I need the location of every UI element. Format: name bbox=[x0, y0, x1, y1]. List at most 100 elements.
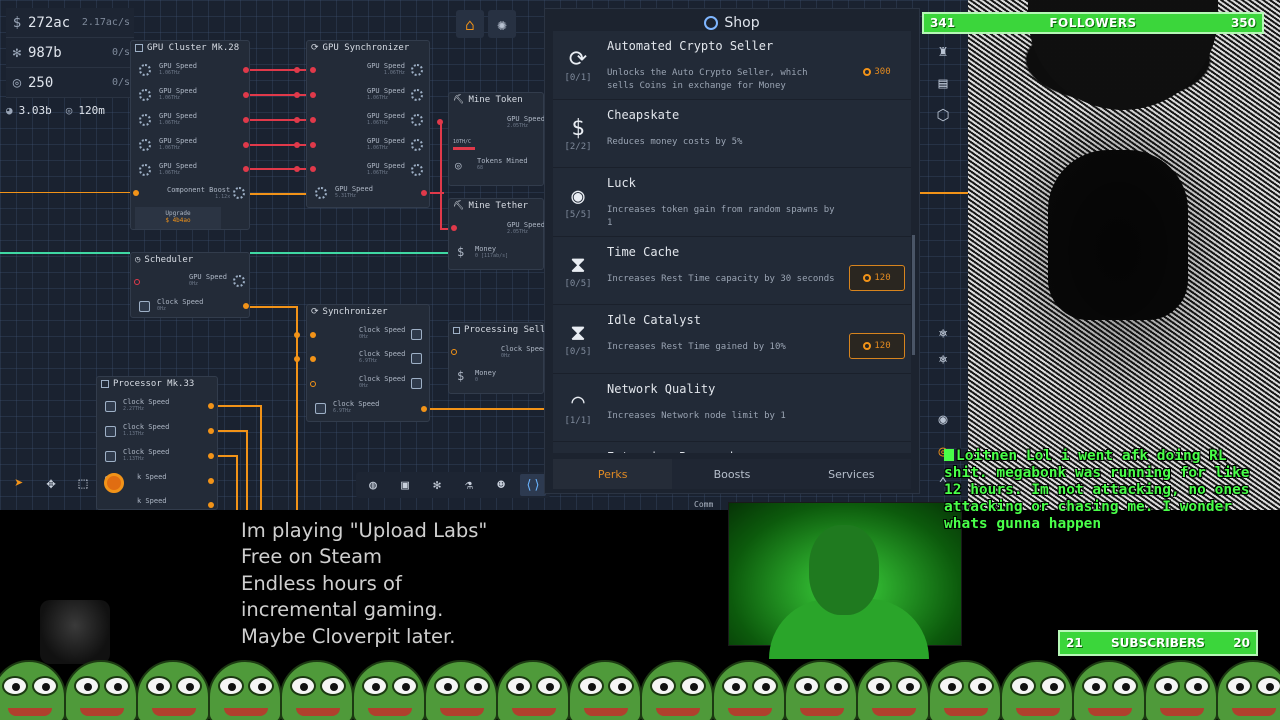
output-port[interactable] bbox=[243, 166, 249, 172]
output-port[interactable] bbox=[421, 190, 427, 196]
gamepad-icon[interactable]: ⎈ bbox=[931, 322, 955, 344]
node-row: Clock Speed 0Hz bbox=[359, 375, 405, 389]
gamepad-icon[interactable]: ⎈ bbox=[931, 348, 955, 370]
top-toolbar: ⌂ ✺ bbox=[456, 10, 516, 38]
perk-buy-button[interactable]: 300 bbox=[849, 59, 905, 85]
commit-label: Comm bbox=[694, 500, 714, 509]
output-port[interactable] bbox=[208, 502, 214, 508]
select-box-icon[interactable]: ⬚ bbox=[72, 470, 94, 496]
row-label: Clock Speed bbox=[359, 375, 406, 383]
home-icon[interactable]: ⌂ bbox=[456, 10, 484, 38]
output-port[interactable] bbox=[208, 453, 214, 459]
output-port[interactable] bbox=[243, 142, 249, 148]
input-port[interactable] bbox=[310, 332, 316, 338]
trophy-icon[interactable]: ♜ bbox=[931, 40, 955, 62]
row-label: GPU Speed bbox=[367, 112, 405, 120]
perk-item[interactable]: ⧗ [0/5] Idle Catalyst Increases Rest Time g… bbox=[553, 305, 911, 374]
perk-name: Automated Crypto Seller bbox=[607, 39, 774, 53]
book-icon[interactable]: ▤ bbox=[931, 72, 955, 94]
output-port[interactable] bbox=[208, 403, 214, 409]
output-port[interactable] bbox=[421, 406, 427, 412]
chat-username: Loitnen bbox=[956, 448, 1018, 464]
perk-buy-button[interactable]: 120 bbox=[849, 264, 905, 291]
output-port[interactable] bbox=[208, 428, 214, 434]
input-port[interactable] bbox=[451, 225, 457, 231]
input-port[interactable] bbox=[310, 92, 316, 98]
input-port[interactable] bbox=[133, 190, 139, 196]
wire bbox=[246, 306, 296, 308]
token-icon: ◉ bbox=[571, 184, 585, 209]
frog-mouth bbox=[944, 708, 988, 716]
node-mine-tether[interactable]: ⛏ Mine Tether GPU Speed 2.05THz $ Money 0 [… bbox=[448, 198, 545, 270]
perk-item[interactable]: $ [2/2] Cheapskate Reduces money costs by 5… bbox=[553, 99, 911, 168]
user-icon[interactable]: ☻ bbox=[488, 474, 514, 496]
scrollbar[interactable] bbox=[912, 235, 915, 355]
node-category-toolbar: ◍ ▣ ✻ ⚗ ☻ ⟨⟩ bbox=[356, 472, 550, 498]
input-port[interactable] bbox=[134, 279, 140, 285]
node-title: Mine Tether bbox=[468, 201, 529, 211]
tab-perks[interactable]: Perks bbox=[553, 459, 673, 489]
network-icon[interactable]: ◉ bbox=[931, 408, 955, 430]
node-title: Synchronizer bbox=[322, 307, 388, 317]
perk-description: Unlocks the Auto Crypto Seller, which se… bbox=[607, 68, 808, 91]
perk-item[interactable]: ⧗ [0/5] Time Cache Increases Rest Time capa… bbox=[553, 236, 911, 305]
frog-eye bbox=[896, 676, 922, 696]
input-port[interactable] bbox=[310, 166, 316, 172]
record-icon[interactable] bbox=[104, 473, 124, 493]
frog-emote-icon bbox=[280, 660, 354, 720]
row-value: 1.06THz bbox=[383, 70, 405, 76]
chip-icon bbox=[105, 401, 116, 412]
perk-list[interactable]: ⟳ [0/1] Automated Crypto Seller Unlocks the… bbox=[553, 31, 911, 453]
node-gpu-synchronizer[interactable]: ⟳ GPU Synchronizer GPU Speed 1.06THz GPU S… bbox=[306, 40, 430, 208]
input-port[interactable] bbox=[451, 349, 457, 355]
input-port[interactable] bbox=[310, 142, 316, 148]
tab-boosts[interactable]: Boosts bbox=[672, 459, 791, 489]
hexagon-icon[interactable]: ⬡ bbox=[931, 104, 955, 126]
perk-item[interactable]: ⟳ [0/1] Automated Crypto Seller Unlocks the… bbox=[553, 31, 911, 100]
node-mine-token[interactable]: ⛏ Mine Token GPU Speed 2.05THz 10TH/C ◎ To… bbox=[448, 92, 545, 186]
input-port[interactable] bbox=[310, 67, 316, 73]
upgrade-button[interactable]: Upgrade $ 4b4ao bbox=[135, 207, 221, 229]
mining-progress bbox=[453, 147, 475, 150]
node-row: GPU Speed 0Hz bbox=[189, 273, 227, 287]
input-port[interactable] bbox=[310, 117, 316, 123]
output-port[interactable] bbox=[243, 303, 249, 309]
row-value: 0Hz bbox=[359, 383, 369, 389]
input-port[interactable] bbox=[310, 381, 316, 387]
wire bbox=[246, 69, 314, 71]
gear-icon[interactable]: ✻ bbox=[424, 474, 450, 496]
frog-emote-icon bbox=[496, 660, 570, 720]
move-icon[interactable]: ✥ bbox=[40, 470, 62, 496]
input-port[interactable] bbox=[310, 356, 316, 362]
output-port[interactable] bbox=[208, 478, 214, 484]
perk-item[interactable]: ◠ [1/1] Network Quality Increases Network n… bbox=[553, 373, 911, 442]
globe-icon[interactable]: ◍ bbox=[360, 474, 386, 496]
stat-value: 987b bbox=[28, 44, 62, 61]
node-gpu-cluster[interactable]: GPU Cluster Mk.28 GPU Speed 1.06THz GPU S… bbox=[130, 40, 250, 230]
atom-icon[interactable]: ✺ bbox=[488, 10, 516, 38]
perk-item[interactable]: Extensive Research bbox=[553, 442, 911, 453]
code-icon[interactable]: ⟨⟩ bbox=[520, 474, 546, 496]
frog-mouth bbox=[440, 708, 484, 716]
output-port[interactable] bbox=[243, 67, 249, 73]
perk-name: Network Quality bbox=[607, 381, 716, 396]
node-title-row: ⛏ Mine Tether bbox=[453, 201, 528, 211]
node-synchronizer[interactable]: ⟳ Synchronizer Clock Speed 0Hz Clock Speed… bbox=[306, 304, 430, 422]
perk-item[interactable]: ◉ [5/5] Luck Increases token gain from rand… bbox=[553, 168, 911, 237]
row-label: Clock Speed bbox=[501, 345, 548, 353]
cursor-icon[interactable]: ➤ bbox=[8, 470, 30, 496]
flask-icon[interactable]: ⚗ bbox=[456, 474, 482, 496]
input-port[interactable] bbox=[437, 119, 443, 125]
chip-icon[interactable]: ▣ bbox=[392, 474, 418, 496]
node-scheduler[interactable]: ◷ Scheduler GPU Speed 0Hz Clock Speed 0Hz bbox=[130, 252, 250, 318]
node-row: Money 0 [117ab/s] bbox=[475, 245, 508, 259]
output-port[interactable] bbox=[243, 117, 249, 123]
game-canvas[interactable]: $ 272ac 2.17ac/s ✻ 987b 0/s ◎ 250 0/s ◕ … bbox=[0, 0, 968, 510]
node-row: GPU Speed 1.06THz bbox=[367, 137, 405, 151]
node-processing-seller[interactable]: Processing Seller Clock Speed 0Hz $ Money… bbox=[448, 322, 556, 394]
tab-services[interactable]: Services bbox=[792, 459, 911, 489]
perk-level: [2/2] bbox=[564, 141, 592, 152]
frog-emote-icon bbox=[640, 660, 714, 720]
perk-buy-button[interactable]: 120 bbox=[849, 333, 905, 359]
output-port[interactable] bbox=[243, 92, 249, 98]
